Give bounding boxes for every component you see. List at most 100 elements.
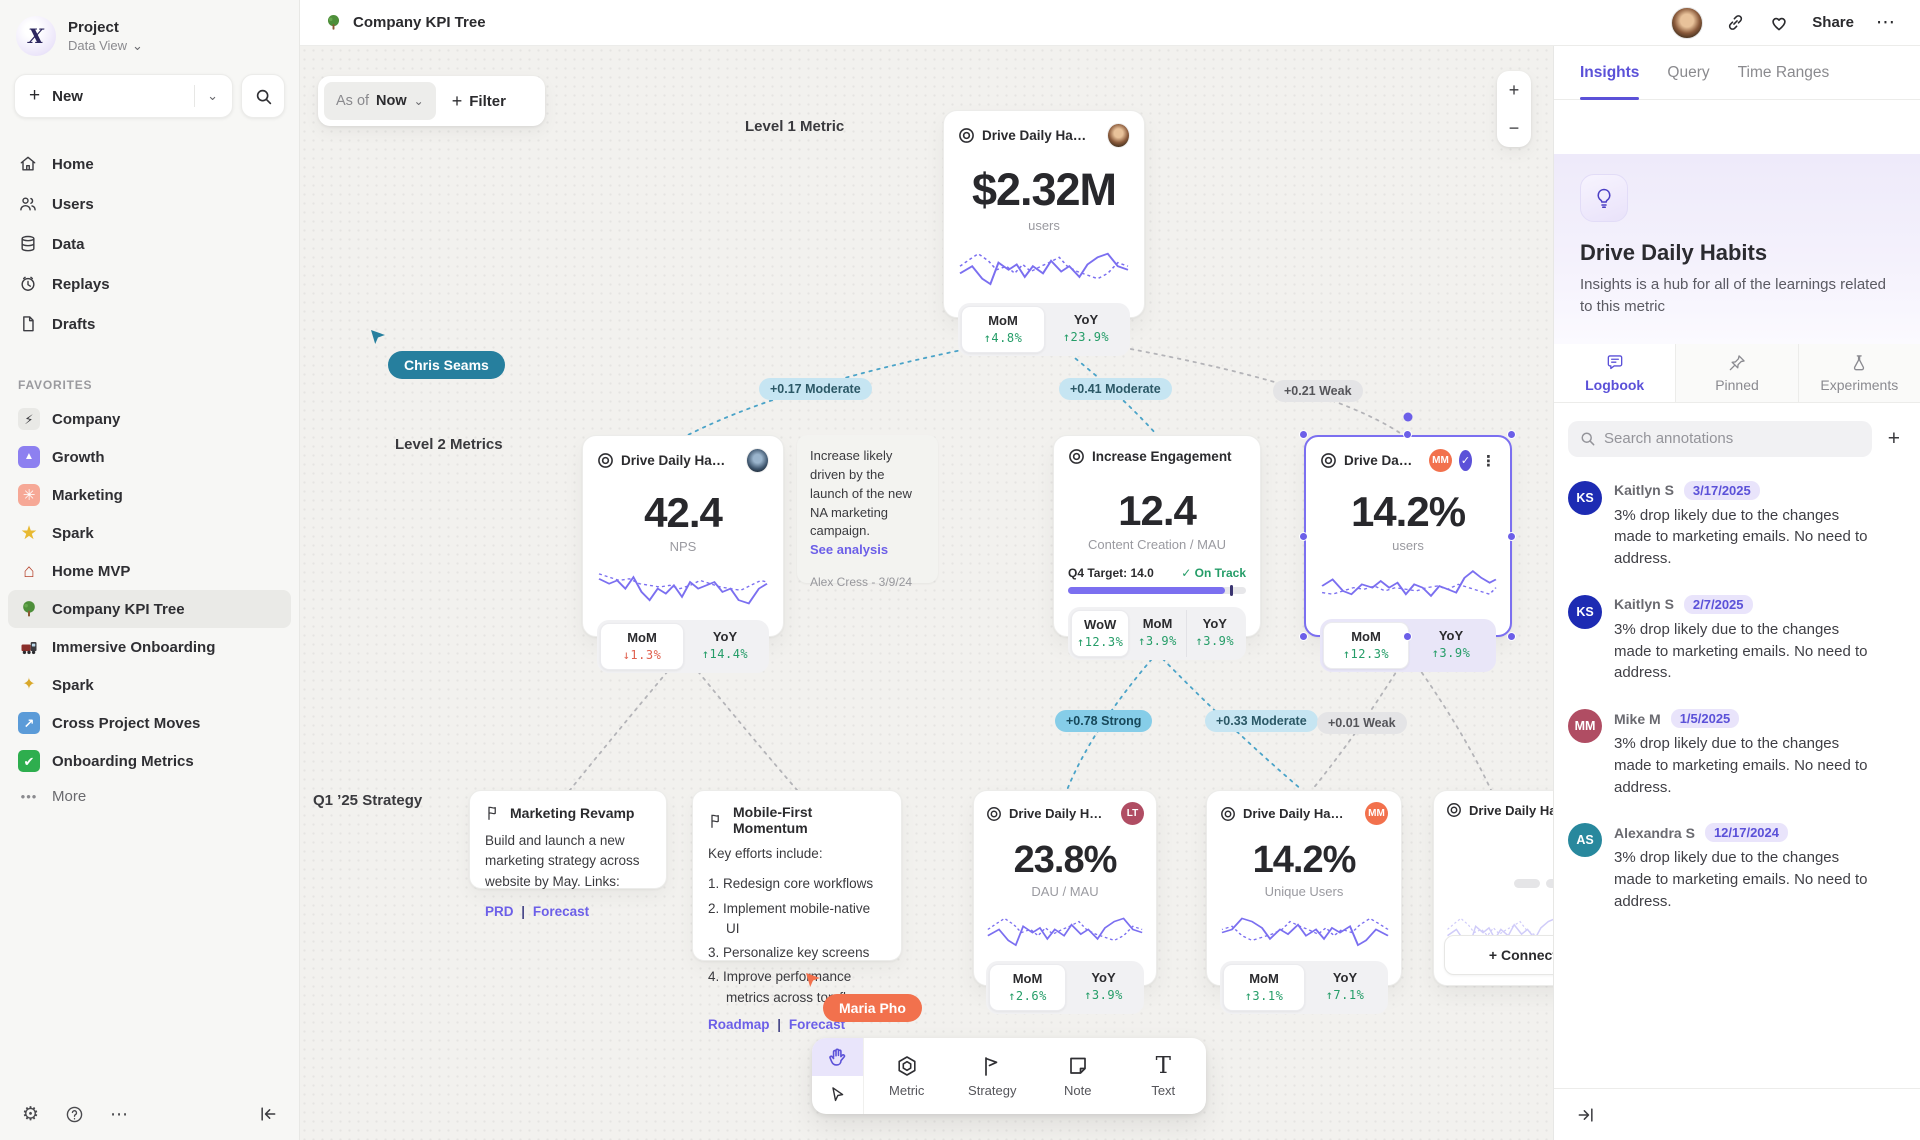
logbook-entry[interactable]: AS Alexandra S 12/17/2024 3% drop likely… <box>1568 823 1906 912</box>
stat-mom[interactable]: MoM ↑3.1% <box>1223 964 1305 1011</box>
sidebar-item-cross-project-moves[interactable]: ↗ Cross Project Moves <box>8 704 291 742</box>
tab-experiments[interactable]: Experiments <box>1799 344 1920 402</box>
logbook-entry[interactable]: KS Kaitlyn S 3/17/2025 3% drop likely du… <box>1568 481 1906 570</box>
filter-button[interactable]: + Filter <box>440 91 518 112</box>
zoom-in-button[interactable]: + <box>1509 81 1520 99</box>
selection-handle[interactable] <box>1507 632 1516 641</box>
stat-yoy[interactable]: YoY ↑23.9% <box>1045 306 1127 353</box>
metric-card-unique-users[interactable]: Drive Daily Habbits MM 14.2% Unique User… <box>1206 790 1402 986</box>
text-tool[interactable]: T Text <box>1121 1038 1207 1114</box>
sidebar-item-home-mvp[interactable]: ⌂ Home MVP <box>8 552 291 590</box>
metric-card-engagement[interactable]: Increase Engagement 12.4 Content Creatio… <box>1053 435 1261 637</box>
help-icon[interactable] <box>65 1105 84 1124</box>
share-button[interactable]: Share <box>1812 14 1854 31</box>
metric-card-partial[interactable]: Drive Daily Habbits + Connect <box>1433 790 1553 986</box>
forecast-link[interactable]: Forecast <box>533 904 589 919</box>
selection-handle[interactable] <box>1299 532 1308 541</box>
edge-label[interactable]: +0.01 Weak <box>1317 712 1407 734</box>
new-button[interactable]: + New ⌄ <box>14 74 233 118</box>
stat-yoy[interactable]: YoY ↑3.9% <box>1409 622 1493 669</box>
tab-pinned[interactable]: Pinned <box>1676 344 1798 402</box>
gear-icon[interactable]: ⚙ <box>22 1103 39 1126</box>
heart-icon[interactable] <box>1768 12 1790 34</box>
metric-unit: Unique Users <box>1220 884 1388 899</box>
stat-yoy[interactable]: YoY ↑7.1% <box>1305 964 1385 1011</box>
selection-handle[interactable] <box>1507 430 1516 439</box>
workspace-view[interactable]: Data View ⌄ <box>68 38 143 54</box>
avatar[interactable] <box>1671 7 1703 39</box>
sidebar-item-spark-2[interactable]: ✦ Spark <box>8 666 291 704</box>
zoom-out-button[interactable]: − <box>1509 119 1520 137</box>
roadmap-link[interactable]: Roadmap <box>708 1017 770 1032</box>
selection-handle[interactable] <box>1299 632 1308 641</box>
edge-label[interactable]: +0.41 Moderate <box>1059 378 1172 400</box>
metric-card-dau-mau[interactable]: Drive Daily Habbits LT 23.8% DAU / MAU M… <box>973 790 1157 986</box>
tab-time-ranges[interactable]: Time Ranges <box>1738 46 1830 99</box>
see-analysis-link[interactable]: See analysis <box>810 541 925 560</box>
connect-button[interactable]: + Connect <box>1444 935 1553 975</box>
sidebar-item-growth[interactable]: ▲ Growth <box>8 438 291 476</box>
stat-mom[interactable]: MoM ↑2.6% <box>989 964 1066 1011</box>
sidebar-item-immersive-onboarding[interactable]: Immersive Onboarding <box>8 628 291 666</box>
ellipsis-icon[interactable]: ⋯ <box>1876 11 1896 34</box>
search-annotations-input[interactable] <box>1604 430 1861 447</box>
stat-yoy[interactable]: YoY ↑3.9% <box>1066 964 1141 1011</box>
selection-handle[interactable] <box>1507 532 1516 541</box>
kpi-tree-canvas[interactable]: As of Now ⌄ + Filter + − Level 1 Metric … <box>300 46 1553 1140</box>
search-button[interactable] <box>241 74 285 118</box>
edge-label[interactable]: +0.78 Strong <box>1055 710 1152 732</box>
selection-handle[interactable] <box>1403 632 1412 641</box>
stat-wow[interactable]: WoW ↑12.3% <box>1071 610 1129 657</box>
hand-tool[interactable] <box>812 1038 863 1076</box>
stat-mom[interactable]: MoM ↓1.3% <box>600 623 684 670</box>
workspace-switcher[interactable]: X Project Data View ⌄ <box>0 0 299 66</box>
strategy-tool[interactable]: Strategy <box>950 1038 1036 1114</box>
stat-mom[interactable]: MoM ↑3.9% <box>1129 610 1185 657</box>
tab-logbook[interactable]: Logbook <box>1554 344 1676 402</box>
chevron-down-icon[interactable]: ⌄ <box>207 88 218 104</box>
strategy-card-marketing-revamp[interactable]: Marketing Revamp Build and launch a new … <box>469 790 667 889</box>
link-icon[interactable] <box>1725 12 1746 33</box>
logbook-entry[interactable]: KS Kaitlyn S 2/7/2025 3% drop likely due… <box>1568 595 1906 684</box>
metric-unit: users <box>958 218 1130 233</box>
sidebar-item-more[interactable]: ••• More <box>8 780 291 813</box>
logbook-entry[interactable]: MM Mike M 1/5/2025 3% drop likely due to… <box>1568 709 1906 798</box>
sidebar-item-company[interactable]: ⚡ Company <box>8 400 291 438</box>
sidebar-item-home[interactable]: Home <box>0 144 299 184</box>
prd-link[interactable]: PRD <box>485 904 514 919</box>
card-menu-icon[interactable]: ⋮ <box>1481 452 1496 470</box>
sidebar-item-data[interactable]: Data <box>0 224 299 264</box>
sidebar-item-spark[interactable]: ★ Spark <box>8 514 291 552</box>
metric-tool[interactable]: Metric <box>864 1038 950 1114</box>
stat-mom[interactable]: MoM ↑12.3% <box>1323 622 1409 669</box>
tab-insights[interactable]: Insights <box>1580 46 1639 99</box>
sidebar-item-users[interactable]: Users <box>0 184 299 224</box>
selection-handle[interactable] <box>1403 430 1412 439</box>
sidebar-item-replays[interactable]: Replays <box>0 264 299 304</box>
metric-card-nps[interactable]: Drive Daily Habbits 42.4 NPS MoM ↓1.3% Y… <box>582 435 784 637</box>
sidebar-item-onboarding-metrics[interactable]: ✔ Onboarding Metrics <box>8 742 291 780</box>
stat-mom[interactable]: MoM ↑4.8% <box>961 306 1045 353</box>
selection-handle[interactable] <box>1299 430 1308 439</box>
strategy-card-mobile-first[interactable]: Mobile-First Momentum Key efforts includ… <box>692 790 902 961</box>
note-tool[interactable]: Note <box>1035 1038 1121 1114</box>
tab-query[interactable]: Query <box>1667 46 1709 99</box>
collapse-sidebar-icon[interactable] <box>258 1104 278 1124</box>
metric-card-selected[interactable]: Drive Daily Habb.. MM ✓ ⋮ 14.2% users Mo… <box>1304 435 1512 637</box>
as-of-dropdown[interactable]: As of Now ⌄ <box>324 82 436 120</box>
add-annotation-button[interactable]: + <box>1882 427 1906 451</box>
sidebar-item-drafts[interactable]: Drafts <box>0 304 299 344</box>
edge-label[interactable]: +0.21 Weak <box>1273 380 1363 402</box>
edge-label[interactable]: +0.33 Moderate <box>1205 710 1318 732</box>
collapse-panel-icon[interactable] <box>1576 1105 1596 1125</box>
metric-card-root[interactable]: Drive Daily Habbits $2.32M users MoM ↑4.… <box>943 110 1145 318</box>
stat-yoy[interactable]: YoY ↑3.9% <box>1186 610 1243 657</box>
sidebar-item-marketing[interactable]: ✳ Marketing <box>8 476 291 514</box>
edge-label[interactable]: +0.17 Moderate <box>759 378 872 400</box>
annotation-note[interactable]: Increase likely driven by the launch of … <box>797 435 938 583</box>
ellipsis-icon[interactable]: ⋯ <box>110 1104 128 1125</box>
sidebar-item-company-kpi-tree[interactable]: Company KPI Tree <box>8 590 291 628</box>
select-tool[interactable] <box>812 1076 863 1114</box>
stat-yoy[interactable]: YoY ↑14.4% <box>684 623 766 670</box>
annotation-search[interactable] <box>1568 421 1872 457</box>
